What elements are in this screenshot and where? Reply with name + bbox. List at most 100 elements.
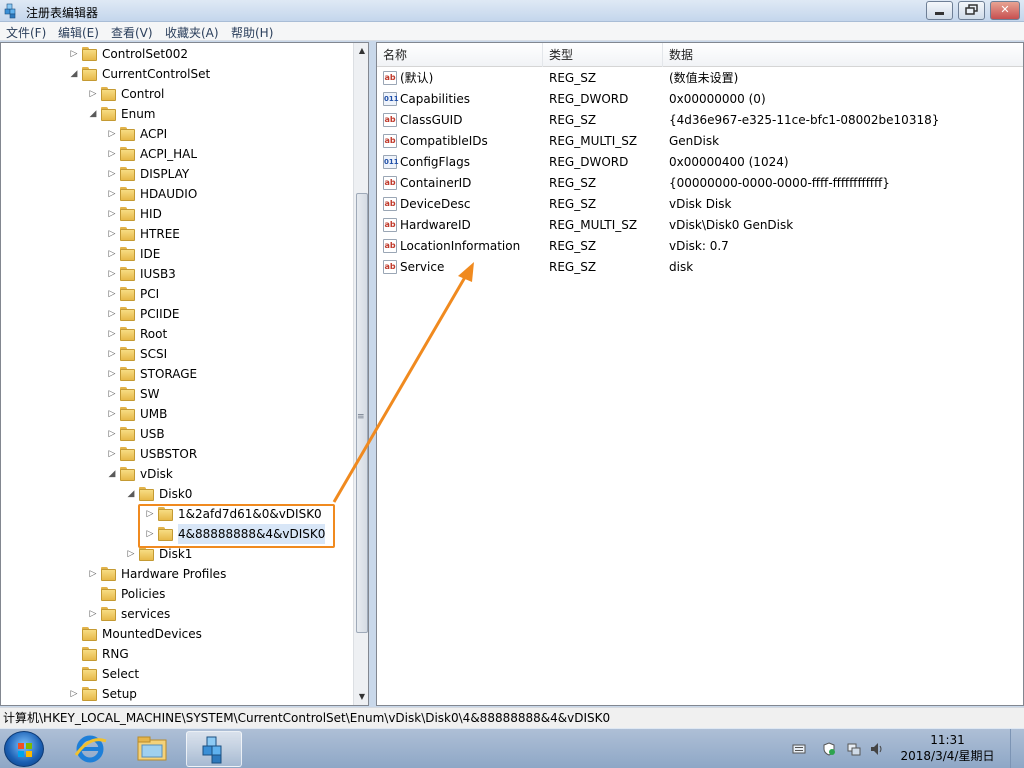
tree-node[interactable]: ▷ Root xyxy=(1,324,351,344)
tree-node[interactable]: RNG xyxy=(1,644,351,664)
column-name[interactable]: 名称 xyxy=(377,43,543,67)
expand-arrow-icon[interactable]: ▷ xyxy=(107,384,117,404)
tree-node[interactable]: ▷ Setup xyxy=(1,684,351,704)
tree-node[interactable]: ▷ SCSI xyxy=(1,344,351,364)
show-desktop-button[interactable] xyxy=(1010,729,1024,768)
expand-arrow-icon[interactable]: ▷ xyxy=(107,124,117,144)
tree-node[interactable]: ▷ USBSTOR xyxy=(1,444,351,464)
status-bar: 计算机\HKEY_LOCAL_MACHINE\SYSTEM\CurrentCon… xyxy=(0,707,1024,728)
value-row[interactable]: ab Service REG_SZ disk xyxy=(377,257,1023,278)
network-icon[interactable] xyxy=(847,742,861,756)
tree-node[interactable]: Select xyxy=(1,664,351,684)
value-row[interactable]: 011 ConfigFlags REG_DWORD 0x00000400 (1024) xyxy=(377,152,1023,173)
expand-arrow-icon[interactable]: ▷ xyxy=(107,444,117,464)
value-row[interactable]: ab ClassGUID REG_SZ {4d36e967-e325-11ce-bfc… xyxy=(377,110,1023,131)
values-list[interactable]: 名称 类型 数据 ab (默认) REG_SZ (数值未设置) 011 Capabilit… xyxy=(376,42,1024,706)
expand-arrow-icon[interactable]: ▷ xyxy=(88,84,98,104)
value-row[interactable]: ab (默认) REG_SZ (数值未设置) xyxy=(377,68,1023,89)
column-data[interactable]: 数据 xyxy=(663,43,1023,67)
tree-node[interactable]: ▷ HDAUDIO xyxy=(1,184,351,204)
restore-icon xyxy=(965,4,978,15)
collapse-arrow-icon[interactable]: ◢ xyxy=(126,484,136,504)
registry-tree[interactable]: ▷ ControlSet002 ◢ CurrentControlSet ▷ Control… xyxy=(0,42,369,706)
tree-node[interactable]: ▷ PCI xyxy=(1,284,351,304)
tree-node[interactable]: ▷ ACPI_HAL xyxy=(1,144,351,164)
action-center-icon[interactable] xyxy=(822,742,836,756)
tree-scrollbar[interactable]: ▲ ≡ ▼ xyxy=(353,43,368,705)
tree-node[interactable]: ▷ USB xyxy=(1,424,351,444)
tree-node[interactable]: ▷ Hardware Profiles xyxy=(1,564,351,584)
taskbar-internet-explorer[interactable] xyxy=(62,731,118,767)
tree-node[interactable]: ◢ CurrentControlSet xyxy=(1,64,351,84)
expand-arrow-icon[interactable]: ▷ xyxy=(107,284,117,304)
tree-node[interactable]: ▷ services xyxy=(1,604,351,624)
tree-node[interactable]: ▷ HTREE xyxy=(1,224,351,244)
expand-arrow-icon[interactable]: ▷ xyxy=(107,404,117,424)
tree-node[interactable]: ▷ ACPI xyxy=(1,124,351,144)
expand-arrow-icon[interactable]: ▷ xyxy=(107,184,117,204)
expand-arrow-icon[interactable]: ▷ xyxy=(107,364,117,384)
maximize-button[interactable] xyxy=(958,1,985,20)
scroll-up-icon[interactable]: ▲ xyxy=(354,43,368,59)
tree-node[interactable]: ▷ PCIIDE xyxy=(1,304,351,324)
expand-arrow-icon[interactable]: ▷ xyxy=(107,264,117,284)
tree-node[interactable]: Policies xyxy=(1,584,351,604)
menu-edit[interactable]: 编辑(E) xyxy=(58,24,99,41)
collapse-arrow-icon[interactable]: ◢ xyxy=(107,464,117,484)
menu-view[interactable]: 查看(V) xyxy=(111,24,153,41)
expand-arrow-icon[interactable]: ▷ xyxy=(107,224,117,244)
value-row[interactable]: ab HardwareID REG_MULTI_SZ vDisk\Disk0 GenD… xyxy=(377,215,1023,236)
value-data: vDisk: 0.7 xyxy=(669,239,729,253)
column-type[interactable]: 类型 xyxy=(543,43,663,67)
keyboard-tray-icon[interactable] xyxy=(792,742,806,756)
folder-icon xyxy=(120,187,135,201)
expand-arrow-icon[interactable]: ▷ xyxy=(107,144,117,164)
tree-node[interactable]: ▷ UMB xyxy=(1,404,351,424)
tree-node-label: HID xyxy=(140,207,162,221)
expand-arrow-icon[interactable]: ▷ xyxy=(107,324,117,344)
taskbar-explorer[interactable] xyxy=(124,731,180,767)
value-row[interactable]: ab CompatibleIDs REG_MULTI_SZ GenDisk xyxy=(377,131,1023,152)
tree-node[interactable]: ▷ HID xyxy=(1,204,351,224)
expand-arrow-icon[interactable]: ▷ xyxy=(107,204,117,224)
expand-arrow-icon[interactable]: ▷ xyxy=(69,44,79,64)
menu-favorites[interactable]: 收藏夹(A) xyxy=(165,24,219,41)
expand-arrow-icon[interactable]: ▷ xyxy=(69,684,79,704)
tree-node[interactable]: ▷ STORAGE xyxy=(1,364,351,384)
taskbar-regedit[interactable] xyxy=(186,731,242,767)
tree-node[interactable]: MountedDevices xyxy=(1,624,351,644)
tree-node[interactable]: ▷ DISPLAY xyxy=(1,164,351,184)
tree-node[interactable]: ▷ IUSB3 xyxy=(1,264,351,284)
start-button[interactable] xyxy=(4,731,44,767)
tray-clock[interactable]: 11:31 2018/3/4/星期日 xyxy=(900,732,995,764)
expand-arrow-icon[interactable]: ▷ xyxy=(107,344,117,364)
value-row[interactable]: ab DeviceDesc REG_SZ vDisk Disk xyxy=(377,194,1023,215)
expand-arrow-icon[interactable]: ▷ xyxy=(107,244,117,264)
value-row[interactable]: 011 Capabilities REG_DWORD 0x00000000 (0) xyxy=(377,89,1023,110)
expand-arrow-icon[interactable]: ▷ xyxy=(88,564,98,584)
tree-node[interactable]: ◢ Enum xyxy=(1,104,351,124)
tree-node[interactable]: ◢ Disk0 xyxy=(1,484,351,504)
tree-node-label: Root xyxy=(140,327,168,341)
menu-help[interactable]: 帮助(H) xyxy=(231,24,273,41)
expand-arrow-icon[interactable]: ▷ xyxy=(107,164,117,184)
volume-icon[interactable] xyxy=(870,742,884,756)
value-row[interactable]: ab LocationInformation REG_SZ vDisk: 0.7 xyxy=(377,236,1023,257)
tree-node[interactable]: ▷ IDE xyxy=(1,244,351,264)
collapse-arrow-icon[interactable]: ◢ xyxy=(88,104,98,124)
tree-node[interactable]: ◢ vDisk xyxy=(1,464,351,484)
menu-file[interactable]: 文件(F) xyxy=(6,24,46,41)
tree-node[interactable]: ▷ Control xyxy=(1,84,351,104)
tree-node[interactable]: ▷ SW xyxy=(1,384,351,404)
close-button[interactable]: ✕ xyxy=(990,1,1020,20)
scroll-down-icon[interactable]: ▼ xyxy=(354,689,368,705)
value-row[interactable]: ab ContainerID REG_SZ {00000000-0000-0000-f… xyxy=(377,173,1023,194)
collapse-arrow-icon[interactable]: ◢ xyxy=(69,64,79,84)
value-data: {00000000-0000-0000-ffff-ffffffffffff} xyxy=(669,176,890,190)
minimize-button[interactable] xyxy=(926,1,953,20)
tree-node[interactable]: ▷ ControlSet002 xyxy=(1,44,351,64)
expand-arrow-icon[interactable]: ▷ xyxy=(107,424,117,444)
expand-arrow-icon[interactable]: ▷ xyxy=(88,604,98,624)
expand-arrow-icon[interactable]: ▷ xyxy=(107,304,117,324)
expand-arrow-icon[interactable]: ▷ xyxy=(126,544,136,564)
